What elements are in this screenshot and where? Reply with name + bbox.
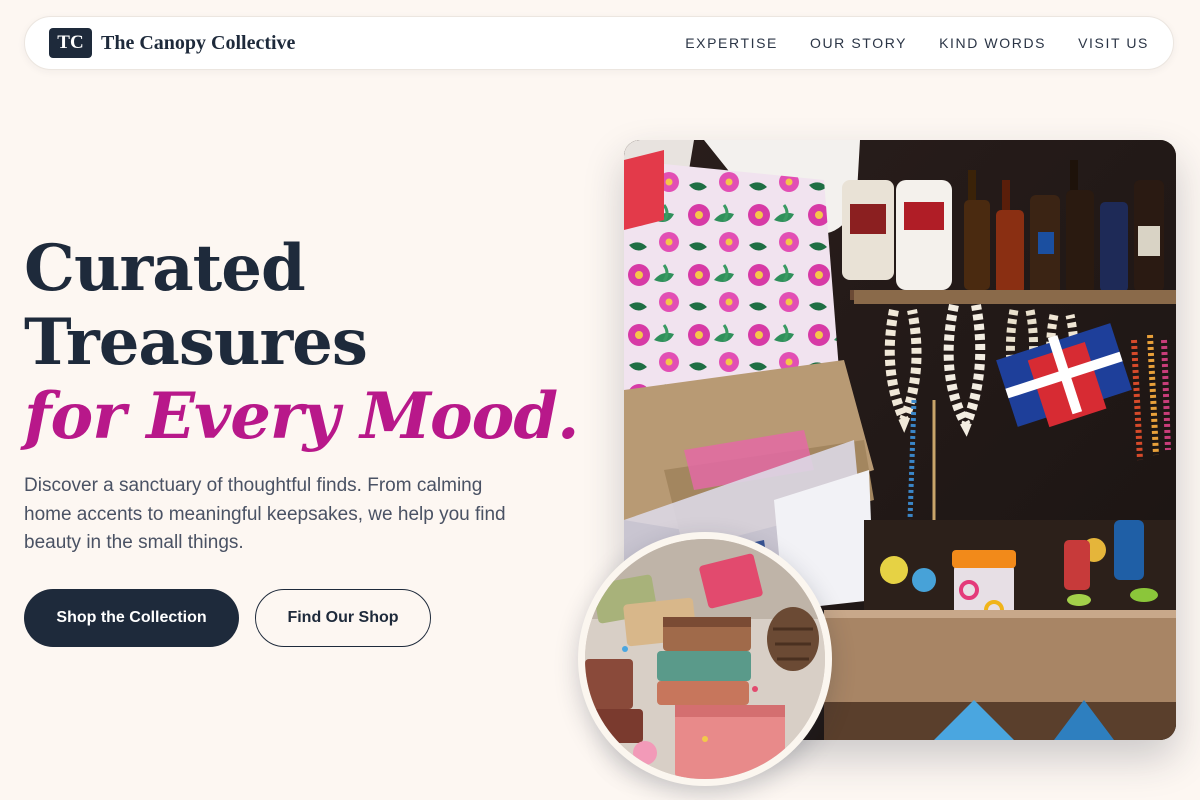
nav-link-kind-words[interactable]: KIND WORDS	[939, 35, 1046, 51]
brand-name[interactable]: The Canopy Collective	[101, 32, 295, 55]
nav-link-our-story[interactable]: OUR STORY	[810, 35, 907, 51]
find-shop-button[interactable]: Find Our Shop	[255, 589, 431, 647]
hero-title-accent: for Every Mood.	[24, 379, 579, 454]
logo-mark[interactable]: TC	[49, 28, 92, 58]
page: TC The Canopy Collective EXPERTISE OUR S…	[0, 0, 1200, 800]
brand[interactable]: TC The Canopy Collective	[49, 28, 295, 58]
hero-title-line-1: Curated	[24, 231, 306, 306]
soap-bars-illustration	[585, 539, 825, 779]
hero-title: Curated Treasures for Every Mood.	[24, 231, 579, 454]
nav-link-expertise[interactable]: EXPERTISE	[685, 35, 778, 51]
hero-description: Discover a sanctuary of thoughtful finds…	[24, 475, 506, 553]
hero-title-line-2: Treasures	[24, 305, 368, 380]
shop-collection-button[interactable]: Shop the Collection	[24, 589, 239, 647]
soap-bars-photo	[578, 532, 832, 786]
main-nav: EXPERTISE OUR STORY KIND WORDS VISIT US	[685, 35, 1149, 51]
nav-link-visit-us[interactable]: VISIT US	[1078, 35, 1149, 51]
header-bar: TC The Canopy Collective EXPERTISE OUR S…	[24, 16, 1174, 70]
